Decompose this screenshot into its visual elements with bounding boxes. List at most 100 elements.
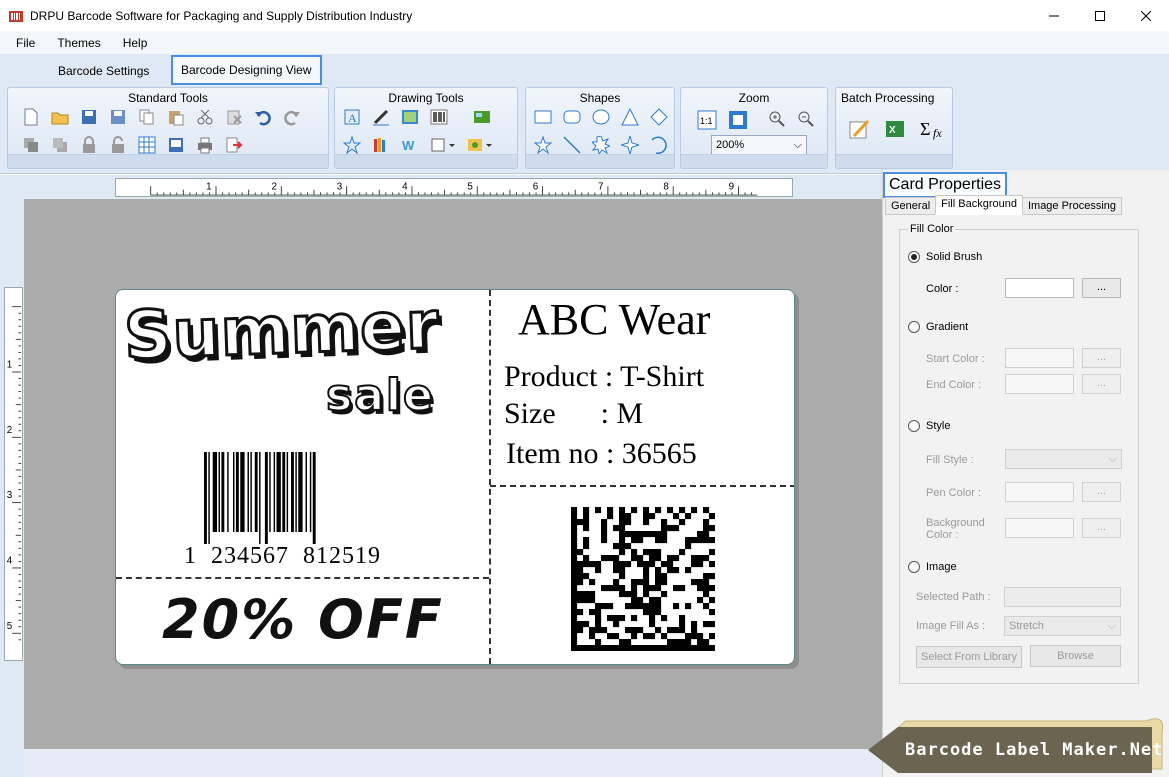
image-fill-select[interactable]: Stretch ⌵ <box>1004 616 1121 636</box>
image-option[interactable]: Image <box>908 561 957 573</box>
line-shape-icon[interactable] <box>563 136 581 154</box>
linear-barcode[interactable] <box>204 452 394 544</box>
start-color-button[interactable]: ... <box>1082 348 1121 368</box>
maximize-button[interactable] <box>1077 0 1123 31</box>
bring-to-front-icon[interactable] <box>22 136 40 154</box>
copy-icon[interactable] <box>138 108 156 126</box>
barcode-number-text[interactable]: 1 234567 812519 <box>184 543 381 570</box>
summer-headline-text[interactable]: Summer <box>121 290 442 376</box>
rectangle-shape-icon[interactable] <box>534 108 552 126</box>
grid-icon[interactable] <box>138 136 156 154</box>
barcode-tool-icon[interactable] <box>430 108 448 126</box>
star-shape-icon[interactable] <box>343 136 361 154</box>
lock-icon[interactable] <box>80 136 98 154</box>
product-line-text[interactable]: Product : T-Shirt <box>504 360 704 394</box>
datamatrix-barcode[interactable] <box>571 507 715 651</box>
color-picker-button[interactable]: ... <box>1082 278 1121 298</box>
pencil-icon[interactable] <box>372 108 390 126</box>
open-folder-icon[interactable] <box>51 108 69 126</box>
background-color-button[interactable]: ... <box>1082 518 1121 538</box>
zoom-out-icon[interactable] <box>797 110 815 128</box>
export-icon[interactable] <box>225 136 243 154</box>
gradient-option[interactable]: Gradient <box>908 321 968 333</box>
start-color-field[interactable] <box>1005 348 1074 368</box>
save-icon[interactable] <box>80 108 98 126</box>
star-icon[interactable] <box>534 136 552 154</box>
minimize-button[interactable] <box>1031 0 1077 31</box>
tab-barcode-settings[interactable]: Barcode Settings <box>50 58 157 84</box>
browse-button[interactable]: Browse <box>1030 645 1121 667</box>
print-preview-icon[interactable] <box>167 136 185 154</box>
tab-barcode-designing-view[interactable]: Barcode Designing View <box>171 55 322 85</box>
shape-dropdown-icon[interactable] <box>430 136 456 154</box>
style-label: Style <box>926 420 951 432</box>
fill-style-select[interactable]: ⌵ <box>1005 449 1122 469</box>
select-from-library-button[interactable]: Select From Library <box>916 646 1022 668</box>
menu-help[interactable]: Help <box>123 36 148 50</box>
svg-text:A: A <box>348 111 357 125</box>
pen-color-field[interactable] <box>1005 482 1074 502</box>
sale-subheadline-text[interactable]: sale <box>325 369 435 422</box>
selected-path-field[interactable] <box>1004 587 1121 607</box>
excel-import-icon[interactable]: X <box>884 118 906 140</box>
radio-selected-icon[interactable] <box>908 251 920 263</box>
color-field[interactable] <box>1005 278 1074 298</box>
burst-shape-icon[interactable] <box>592 136 610 154</box>
solid-brush-option[interactable]: Solid Brush <box>908 251 982 263</box>
end-color-field[interactable] <box>1005 374 1074 394</box>
style-option[interactable]: Style <box>908 420 950 432</box>
send-to-back-icon[interactable] <box>51 136 69 154</box>
end-color-button[interactable]: ... <box>1082 374 1121 394</box>
text-tool-icon[interactable]: A <box>343 108 361 126</box>
rounded-rectangle-icon[interactable] <box>563 108 581 126</box>
delete-icon[interactable] <box>225 108 243 126</box>
triangle-shape-icon[interactable] <box>621 108 639 126</box>
background-color-field[interactable] <box>1005 518 1074 538</box>
tab-general[interactable]: General <box>885 197 937 215</box>
zoom-in-icon[interactable] <box>768 110 786 128</box>
menu-file[interactable]: File <box>16 36 35 50</box>
radio-unselected-icon[interactable] <box>908 420 920 432</box>
picture-icon[interactable] <box>401 108 419 126</box>
cut-icon[interactable] <box>196 108 214 126</box>
save-as-icon[interactable] <box>109 108 127 126</box>
ellipse-shape-icon[interactable] <box>592 108 610 126</box>
tab-fill-background[interactable]: Fill Background <box>935 195 1023 215</box>
close-button[interactable] <box>1123 0 1169 31</box>
arc-shape-icon[interactable] <box>650 136 668 154</box>
brand-name-text[interactable]: ABC Wear <box>518 294 710 345</box>
watermark-icon[interactable]: W <box>401 136 419 154</box>
app-logo-icon <box>9 10 23 22</box>
unlock-icon[interactable] <box>109 136 127 154</box>
size-line-text[interactable]: Size : M <box>504 397 643 431</box>
zoom-level-select[interactable]: 200% ⌵ <box>711 135 807 155</box>
redo-icon[interactable] <box>283 108 301 126</box>
radio-unselected-icon[interactable] <box>908 561 920 573</box>
fit-to-window-icon[interactable] <box>728 110 748 130</box>
books-icon[interactable] <box>372 136 390 154</box>
start-color-label: Start Color : <box>926 353 985 365</box>
discount-text[interactable]: 20% OFF <box>162 588 444 651</box>
background-color-label: Background <box>926 517 985 529</box>
undo-icon[interactable] <box>254 108 272 126</box>
four-point-star-icon[interactable] <box>621 136 639 154</box>
horizontal-scrollbar[interactable] <box>24 749 882 777</box>
chevron-down-icon: ⌵ <box>1107 620 1116 632</box>
window-title: DRPU Barcode Software for Packaging and … <box>30 8 413 23</box>
chevron-down-icon: ⌵ <box>793 139 802 151</box>
print-icon[interactable] <box>196 136 214 154</box>
menu-themes[interactable]: Themes <box>57 36 100 50</box>
diamond-shape-icon[interactable] <box>650 108 668 126</box>
actual-size-icon[interactable]: 1:1 <box>697 110 717 130</box>
item-number-text[interactable]: Item no : 36565 <box>506 437 697 471</box>
pen-color-button[interactable]: ... <box>1082 482 1121 502</box>
image-dropdown-icon[interactable] <box>467 136 493 154</box>
batch-edit-icon[interactable] <box>848 118 870 140</box>
new-file-icon[interactable] <box>22 108 40 126</box>
image-library-icon[interactable] <box>473 108 491 126</box>
tab-image-processing[interactable]: Image Processing <box>1021 197 1123 215</box>
paste-icon[interactable] <box>167 108 185 126</box>
barcode-label-card[interactable]: Summer sale 1 234567 812519 20% OFF ABC … <box>115 289 795 665</box>
radio-unselected-icon[interactable] <box>908 321 920 333</box>
formula-icon[interactable]: Σfx <box>920 118 948 140</box>
